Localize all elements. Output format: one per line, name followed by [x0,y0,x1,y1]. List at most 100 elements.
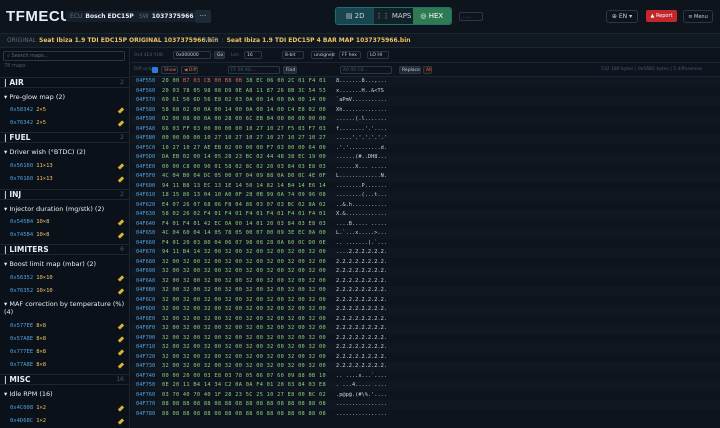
map-entry[interactable]: 0x777EE 8×8 [10,349,46,355]
category-inj[interactable]: | INJ 2 [0,189,129,200]
category-air[interactable]: | AIR 2 [0,77,129,88]
hex-row-bytes[interactable]: 32 00 32 00 32 00 32 00 32 00 32 00 32 0… [162,267,326,277]
hex-row[interactable]: 04F5D0 DA EB 02 00 14 05 28 23 BC 02 44 4… [131,153,720,163]
edit-icon[interactable] [117,362,125,369]
replace-input[interactable]: A0 00 C0... [340,66,392,74]
replace-button[interactable]: Replace [399,66,421,74]
edit-icon[interactable] [117,232,125,239]
hex-row[interactable]: 04F700 32 00 32 00 32 00 32 00 32 00 32 0… [131,334,720,344]
hex-row[interactable]: 04F5E0 00 00 C8 00 90 01 58 02 8C 02 20 0… [131,163,720,173]
edit-icon[interactable] [117,219,125,226]
tab-maps[interactable]: ⋮⋮ MAPS [374,8,413,24]
hex-row-bytes[interactable]: 0E 20 11 B4 14 34 C2 0A 0A F4 01 20 03 8… [162,381,326,391]
view-dropdown[interactable]: ..... [459,12,483,21]
category-limiters[interactable]: | LIMITERS 6 [0,244,129,255]
hex-row-bytes[interactable]: 32 00 32 00 32 00 32 00 32 00 32 00 32 0… [162,258,326,268]
hex-row[interactable]: 04F600 94 11 B8 13 EC 13 1E 14 50 14 82 1… [131,182,720,192]
byte-order-select[interactable]: LO HI [367,51,389,59]
hex-row[interactable]: 04F6D0 32 00 32 00 32 00 32 00 32 00 32 0… [131,305,720,315]
hex-row-bytes[interactable]: 32 00 32 00 32 00 32 00 32 00 32 00 32 0… [162,353,326,363]
map-injector-duration[interactable]: ▾ Injector duration (mg/stk) (2) [4,205,128,213]
hex-row[interactable]: 04F6B0 32 00 32 00 32 00 32 00 32 00 32 0… [131,286,720,296]
map-entry[interactable]: 0x545B4 10×8 [10,219,49,225]
hex-row[interactable]: 04F630 58 02 26 02 F4 01 F4 01 F4 01 F4 0… [131,210,720,220]
hex-row[interactable]: 04F6C0 32 00 32 00 32 00 32 00 32 00 32 0… [131,296,720,306]
hex-row[interactable]: 04F560 20 03 78 05 98 08 D9 0E A8 11 87 2… [131,87,720,97]
replace-all-button[interactable]: All [423,66,432,74]
category-misc[interactable]: | MISC 16 [0,374,129,385]
hex-row[interactable]: 04F710 32 00 32 00 32 00 32 00 32 00 32 0… [131,343,720,353]
map-driver-wish[interactable]: ▾ Driver wish (°BTDC) (2) [4,148,128,156]
diff-only-checkbox[interactable] [152,67,158,73]
edit-icon[interactable] [117,418,125,425]
report-button[interactable]: ▲ Report [646,10,677,22]
hex-row-bytes[interactable]: F4 01 20 03 80 04 06 07 98 08 28 0A 60 0… [162,239,326,249]
edit-icon[interactable] [117,275,125,282]
edit-icon[interactable] [117,120,125,127]
hex-row[interactable]: 04F780 88 08 88 08 88 08 88 08 88 08 88 0… [131,410,720,420]
map-entry[interactable]: 0x58342 2×5 [10,107,46,113]
hex-row-bytes[interactable]: 20 03 78 05 98 08 D9 0E A8 11 87 26 8B 3… [162,87,326,97]
map-entry[interactable]: 0x4D68C 1×2 [10,418,46,424]
map-entry[interactable]: 0x577EE 8×8 [10,323,46,329]
hex-row-bytes[interactable]: 32 00 32 00 32 00 32 00 32 00 32 00 32 0… [162,286,326,296]
find-input[interactable]: FF 00 A0... [228,66,280,74]
hex-row-bytes[interactable]: 66 03 FF 03 00 00 00 00 10 27 10 27 F5 0… [162,125,326,135]
menu-button[interactable]: ≡ Menu [683,10,713,23]
hex-row-bytes[interactable]: 32 00 32 00 32 00 32 00 32 00 32 00 32 0… [162,315,326,325]
hex-row-bytes[interactable]: 32 00 32 00 32 00 32 00 32 00 32 00 32 0… [162,305,326,315]
map-entry[interactable]: 0x56352 10×10 [10,275,53,281]
edit-icon[interactable] [117,405,125,412]
edit-icon[interactable] [117,107,125,114]
hex-row[interactable]: 04F5A0 66 03 FF 03 00 00 00 00 10 27 10 2… [131,125,720,135]
language-button[interactable]: ⊕ EN ▾ [606,10,638,23]
hex-row[interactable]: 04F5B0 00 00 00 00 10 27 10 27 10 27 10 2… [131,134,720,144]
find-button[interactable]: Find [283,66,297,74]
map-entry[interactable]: 0x77A8E 8×8 [10,362,46,368]
map-idle-rpm[interactable]: ▾ Idle RPM (16) [4,390,128,398]
hex-row-bytes[interactable]: 58 68 02 00 0A 00 14 00 0A 00 14 00 C4 E… [162,106,326,116]
hex-row-bytes[interactable]: 58 02 26 02 F4 01 F4 01 F4 01 F4 01 F4 0… [162,210,326,220]
hex-row[interactable]: 04F5C0 10 27 10 27 AE EB 02 00 00 00 F7 0… [131,144,720,154]
hex-row-bytes[interactable]: 32 00 32 00 32 00 32 00 32 00 32 00 32 0… [162,334,326,344]
hex-row-bytes[interactable]: 32 00 32 00 32 00 32 00 32 00 32 00 32 0… [162,324,326,334]
hex-row[interactable]: 04F570 60 61 50 6D 56 E8 02 03 0A 00 14 0… [131,96,720,106]
map-entry[interactable]: 0x76160 11×13 [10,176,53,182]
hex-row[interactable]: 04F550 20 00 B7 03 CB 00 B8 0B 38 EC 06 0… [131,77,720,87]
more-button[interactable]: ··· [195,10,211,23]
map-maf-correction[interactable]: ▾ MAF correction by temperature (%) (4) [4,300,128,316]
edit-icon[interactable] [117,163,125,170]
diff-button[interactable]: ◀ Diff [181,66,198,74]
hex-row[interactable]: 04F620 E4 07 26 07 68 06 F8 04 86 03 07 0… [131,201,720,211]
hex-row[interactable]: 04F6A0 32 00 32 00 32 00 32 00 32 00 32 0… [131,277,720,287]
hex-row-bytes[interactable]: 4C 04 60 04 14 05 78 05 00 07 00 09 3E E… [162,229,326,239]
hex-row[interactable]: 04F690 32 00 32 00 32 00 32 00 32 00 32 0… [131,267,720,277]
length-select[interactable]: 16 [244,51,262,59]
edit-icon[interactable] [117,336,125,343]
hex-row-bytes[interactable]: 4C 04 B0 04 DC 05 00 07 04 09 88 0A D0 0… [162,172,326,182]
hex-row-bytes[interactable]: 88 08 88 08 88 08 88 08 88 08 88 08 88 0… [162,400,326,410]
hex-row-bytes[interactable]: E4 07 26 07 68 06 F8 04 86 03 07 03 BC 0… [162,201,326,211]
hex-row-bytes[interactable]: 88 08 88 08 88 08 88 08 88 08 88 08 88 0… [162,410,326,420]
tab-2d[interactable]: ▤ 2D [336,8,375,24]
hex-row[interactable]: 04F660 F4 01 20 03 80 04 06 07 98 08 28 0… [131,239,720,249]
hex-row[interactable]: 04F6F0 32 00 32 00 32 00 32 00 32 00 32 0… [131,324,720,334]
hex-row[interactable]: 04F670 94 11 B4 14 32 00 32 00 32 00 32 0… [131,248,720,258]
tab-hex[interactable]: ◎ HEX [412,8,451,24]
hex-row[interactable]: 04F640 F4 01 F4 01 42 EC 0A 00 14 01 20 0… [131,220,720,230]
map-entry[interactable]: 0x57A8E 8×8 [10,336,46,342]
hex-row[interactable]: 04F590 02 00 08 00 0A 00 28 00 6C EB 04 0… [131,115,720,125]
hex-row[interactable]: 04F6E0 32 00 32 00 32 00 32 00 32 00 32 0… [131,315,720,325]
format-select[interactable]: FF hex [339,51,361,59]
map-boost-limit[interactable]: ▾ Boost limit map (mbar) (2) [4,260,128,268]
go-button[interactable]: Go [214,51,225,59]
hex-row-bytes[interactable]: 60 61 50 6D 56 E8 02 03 0A 00 14 00 0A 0… [162,96,326,106]
hex-row[interactable]: 04F5F0 4C 04 B0 04 DC 05 00 07 04 09 88 0… [131,172,720,182]
hex-row[interactable]: 04F750 0E 20 11 B4 14 34 C2 0A 0A F4 01 2… [131,381,720,391]
map-entry[interactable]: 0x4C008 1×2 [10,405,46,411]
map-entry[interactable]: 0x745B4 10×8 [10,232,49,238]
hex-row[interactable]: 04F730 32 00 32 00 32 00 32 00 32 00 32 0… [131,362,720,372]
hex-row[interactable]: 04F580 58 68 02 00 0A 00 14 00 0A 00 14 0… [131,106,720,116]
width-select[interactable]: 8-bit [282,51,304,59]
hex-row[interactable]: 04F760 03 70 40 70 40 1F 28 23 5C 25 10 2… [131,391,720,401]
